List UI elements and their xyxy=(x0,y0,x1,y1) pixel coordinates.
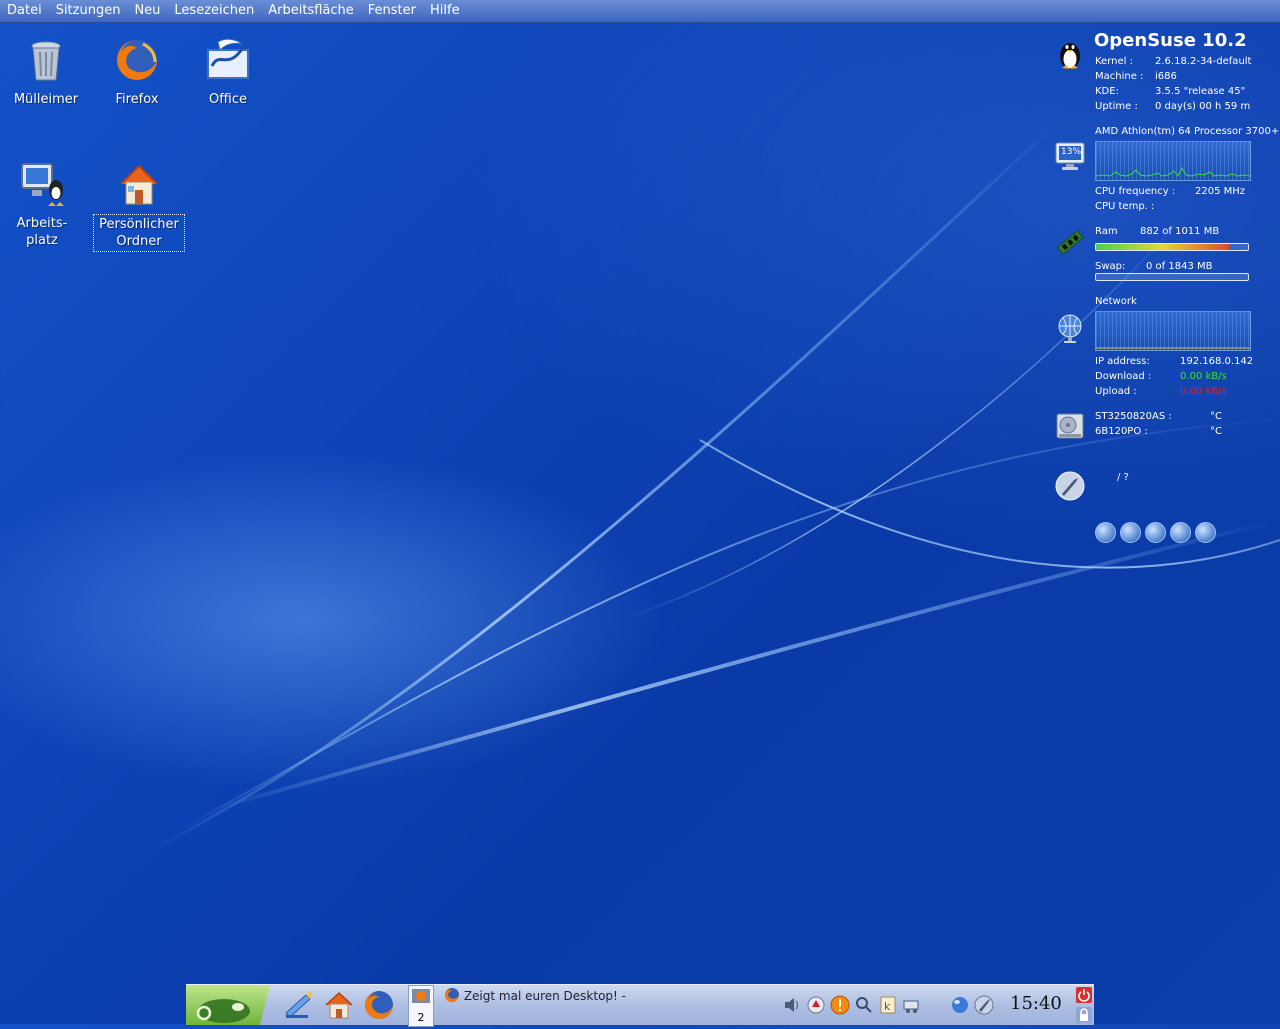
desktop-icon-trash[interactable]: Mülleimer xyxy=(1,36,91,108)
klipper-icon[interactable] xyxy=(806,995,826,1015)
package-manager-icon[interactable] xyxy=(902,995,922,1015)
firefox-small-icon xyxy=(445,988,459,1002)
player-track: / ? xyxy=(1117,472,1129,483)
uptime-label: Uptime : xyxy=(1095,101,1138,112)
desktop-icon-office[interactable]: Office xyxy=(183,36,273,108)
kdeprint-icon[interactable]: k xyxy=(878,995,898,1015)
desktop-icon-label: Office xyxy=(209,92,247,107)
office-icon xyxy=(207,38,249,79)
desktop-icon-home[interactable]: Persönlicher Ordner xyxy=(93,143,185,268)
cpu-graph xyxy=(1095,141,1251,181)
desktop-icon-label: Persönlicher Ordner xyxy=(93,214,185,252)
ram-module-icon xyxy=(1056,229,1084,255)
network-globe-icon xyxy=(1058,314,1082,343)
disk1-unit: °C xyxy=(1210,411,1222,422)
taskbar-window-title: Zeigt mal euren Desktop! - xyxy=(463,989,626,1003)
cpu-freq-value: 2205 MHz xyxy=(1195,186,1246,197)
network-graph-line xyxy=(1096,347,1250,349)
disk2-unit: °C xyxy=(1210,426,1222,437)
cpu-load-badge: 13% xyxy=(1061,147,1082,157)
network-graph xyxy=(1095,311,1251,351)
ip-label: IP address: xyxy=(1095,356,1150,367)
menu-lesezeichen[interactable]: Lesezeichen xyxy=(167,0,261,22)
player-pause-button[interactable] xyxy=(1170,522,1191,543)
player-previous-button[interactable] xyxy=(1095,522,1116,543)
swap-bar xyxy=(1095,273,1249,281)
machine-label: Machine : xyxy=(1095,71,1144,82)
kde-label: KDE: xyxy=(1095,86,1119,97)
ram-value: 882 of 1011 MB xyxy=(1140,226,1220,237)
tux-icon xyxy=(1060,43,1080,69)
player-next-button[interactable] xyxy=(1195,522,1216,543)
kicker-taskbar: 2 Zeigt mal euren Desktop! - k 15:40 xyxy=(186,984,1094,1027)
menu-neu[interactable]: Neu xyxy=(127,0,167,22)
upload-label: Upload : xyxy=(1095,386,1137,397)
machine-value: i686 xyxy=(1155,71,1177,82)
ram-bar xyxy=(1095,243,1249,251)
opensuse-gecko-icon xyxy=(196,999,250,1023)
trash-icon xyxy=(31,41,61,81)
ram-bar-fill xyxy=(1096,244,1229,250)
ip-value: 192.168.0.142 xyxy=(1180,356,1254,367)
harddisk-icon xyxy=(1056,413,1084,439)
cpu-freq-label: CPU frequency : xyxy=(1095,186,1176,197)
home-launcher-icon[interactable] xyxy=(323,989,355,1021)
network-manager-icon[interactable] xyxy=(854,995,874,1015)
lock-screen-icon[interactable] xyxy=(1075,1006,1093,1024)
firefox-launcher-icon[interactable] xyxy=(363,989,395,1021)
swap-label: Swap: xyxy=(1095,261,1126,272)
kernel-value: 2.6.18.2-34-default xyxy=(1155,56,1252,67)
writer-launcher-icon[interactable] xyxy=(282,989,314,1021)
music-player-icon xyxy=(1055,471,1085,501)
home-folder-icon xyxy=(120,164,158,205)
desktop-icon-label: Mülleimer xyxy=(13,92,79,107)
player-play-button[interactable] xyxy=(1145,522,1166,543)
firefox-icon xyxy=(117,40,157,80)
menu-arbeitsflaeche[interactable]: Arbeitsfläche xyxy=(261,0,361,22)
cpu-name: AMD Athlon(tm) 64 Processor 3700+ xyxy=(1095,126,1280,137)
download-label: Download : xyxy=(1095,371,1152,382)
widget-title: OpenSuse 10.2 xyxy=(1094,30,1247,51)
session-buttons xyxy=(1074,985,1094,1025)
taskbar-window-button[interactable]: Zeigt mal euren Desktop! - xyxy=(444,987,626,1003)
menu-hilfe[interactable]: Hilfe xyxy=(423,0,467,22)
system-monitor-widget: OpenSuse 10.2 Kernel : 2.6.18.2-34-defau… xyxy=(1050,28,1280,548)
menu-datei[interactable]: Datei xyxy=(0,0,49,22)
disk2-label: 6B120PO : xyxy=(1095,426,1148,437)
svg-text:k: k xyxy=(884,1000,891,1013)
pager-desktop-number: 2 xyxy=(417,1011,425,1024)
network-title: Network xyxy=(1095,296,1137,307)
update-notifier-icon[interactable] xyxy=(830,995,850,1015)
menu-fenster[interactable]: Fenster xyxy=(361,0,423,22)
amarok-tray-icon[interactable] xyxy=(974,995,994,1015)
volume-icon[interactable] xyxy=(782,995,802,1015)
upload-value: 0.00 kB/s xyxy=(1180,386,1227,397)
desktop-icon-label: Arbeits- platz xyxy=(16,216,68,248)
pager-firefox-icon xyxy=(412,989,430,1003)
logout-icon[interactable] xyxy=(1075,986,1093,1004)
uptime-value: 0 day(s) 00 h 59 m xyxy=(1155,101,1251,112)
player-stop-button[interactable] xyxy=(1120,522,1141,543)
desktop-icon-arbeitsplatz[interactable]: Arbeits- platz xyxy=(0,143,87,266)
desktop-pager[interactable]: 2 xyxy=(408,985,434,1027)
cpu-temp-label: CPU temp. : xyxy=(1095,201,1155,212)
smb-globe-icon[interactable] xyxy=(950,995,970,1015)
disk1-label: ST3250820AS : xyxy=(1095,411,1172,422)
k-menu-button[interactable] xyxy=(186,985,270,1025)
desktop-icon-label: Firefox xyxy=(115,92,159,107)
computer-icon xyxy=(21,163,64,206)
ram-label: Ram xyxy=(1095,226,1118,237)
desktop-icon-firefox[interactable]: Firefox xyxy=(92,36,182,108)
kde-value: 3.5.5 "release 45" xyxy=(1155,86,1246,97)
cpu-graph-line xyxy=(1095,166,1251,177)
menu-sitzungen[interactable]: Sitzungen xyxy=(49,0,128,22)
download-value: 0.00 kB/s xyxy=(1180,371,1227,382)
desktop-menubar: Datei Sitzungen Neu Lesezeichen Arbeitsf… xyxy=(0,0,1280,23)
swap-value: 0 of 1843 MB xyxy=(1146,261,1213,272)
kernel-label: Kernel : xyxy=(1095,56,1133,67)
clock[interactable]: 15:40 xyxy=(1010,993,1062,1014)
